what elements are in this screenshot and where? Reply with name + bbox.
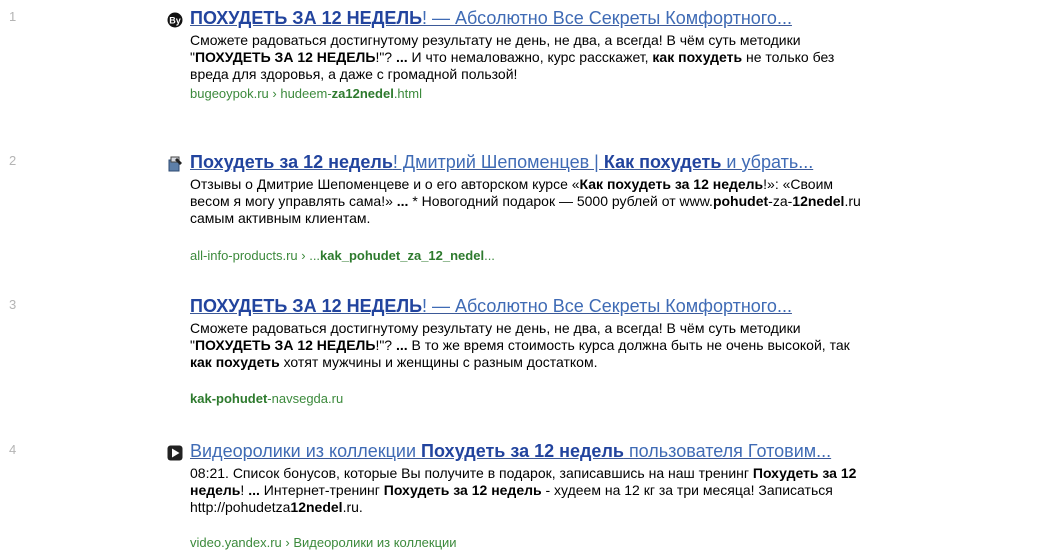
result-url-link[interactable]: all-info-products.ru › ...kak_pohudet_za…: [190, 248, 495, 264]
pen-icon: [167, 156, 183, 172]
result-title-link[interactable]: ПОХУДЕТЬ ЗА 12 НЕДЕЛЬ! — Абсолютно Все С…: [190, 7, 792, 29]
result-number: 1: [9, 9, 17, 24]
result-title-link[interactable]: Похудеть за 12 недель! Дмитрий Шепоменце…: [190, 151, 813, 173]
result-number: 4: [9, 442, 17, 457]
result-snippet: Сможете радоваться достигнутому результа…: [190, 32, 835, 82]
result-number: 3: [9, 297, 17, 312]
search-results: 1 By ПОХУДЕТЬ ЗА 12 НЕДЕЛЬ! — Абсолютно …: [0, 0, 1055, 553]
result-title-link[interactable]: Видеоролики из коллекции Похудеть за 12 …: [190, 440, 831, 462]
result-url-link[interactable]: bugeoypok.ru › hudeem-za12nedel.html: [190, 86, 422, 102]
play-icon: [167, 445, 183, 461]
result-url-link[interactable]: video.yandex.ru › Видеоролики из коллекц…: [190, 535, 457, 551]
result-snippet: Сможете радоваться достигнутому результа…: [190, 320, 850, 370]
svg-text:By: By: [169, 16, 181, 26]
result-title-link[interactable]: ПОХУДЕТЬ ЗА 12 НЕДЕЛЬ! — Абсолютно Все С…: [190, 295, 792, 317]
by-icon: By: [167, 12, 183, 28]
result-url-link[interactable]: kak-pohudet-navsegda.ru: [190, 391, 343, 407]
result-snippet: Отзывы о Дмитрие Шепоменцеве и о его авт…: [190, 176, 861, 226]
result-snippet: 08:21. Список бонусов, которые Вы получи…: [190, 465, 857, 515]
result-number: 2: [9, 153, 17, 168]
